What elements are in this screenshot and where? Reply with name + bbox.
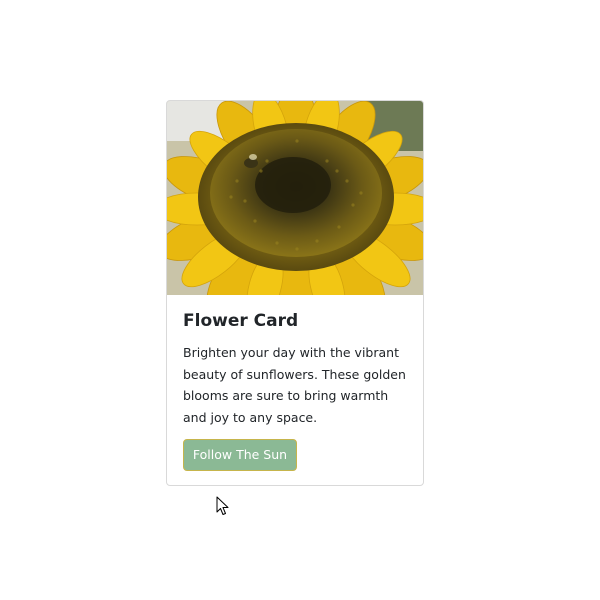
mouse-cursor-icon [216, 496, 229, 515]
follow-the-sun-button[interactable]: Follow The Sun [183, 439, 297, 471]
card-title: Flower Card [183, 311, 299, 331]
card-body: Flower Card Brighten your day with the v… [183, 295, 409, 428]
page: Flower Card Brighten your day with the v… [0, 0, 600, 600]
flower-card: Flower Card Brighten your day with the v… [166, 100, 424, 486]
card-description: Brighten your day with the vibrant beaut… [183, 345, 406, 425]
sunflower-image [167, 101, 423, 295]
